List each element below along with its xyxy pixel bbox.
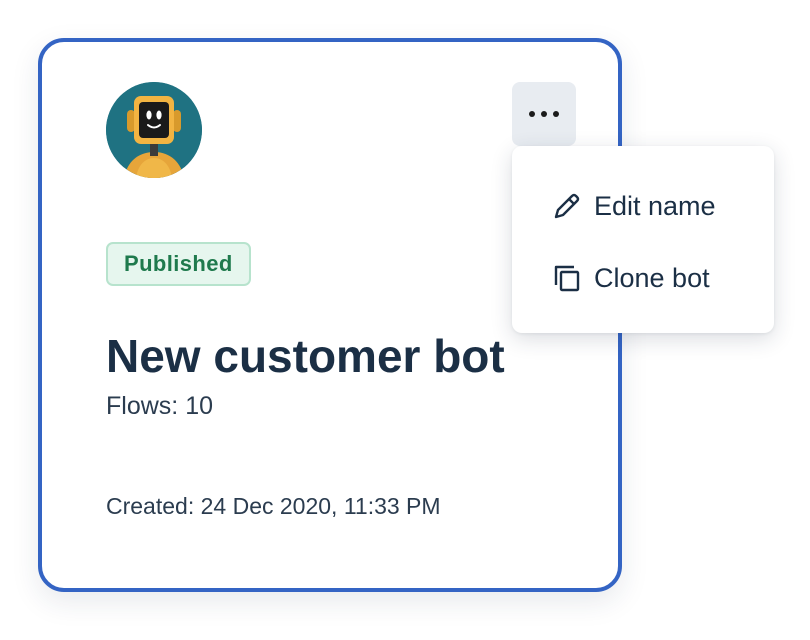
created-date: Created: 24 Dec 2020, 11:33 PM	[106, 490, 441, 522]
created-label: Created:	[106, 493, 195, 519]
menu-item-label: Clone bot	[594, 262, 710, 293]
menu-item-clone-bot[interactable]: Clone bot	[550, 256, 710, 300]
pencil-icon	[550, 189, 584, 223]
menu-item-label: Edit name	[594, 190, 716, 221]
bot-avatar	[106, 82, 202, 178]
status-badge: Published	[106, 242, 251, 286]
menu-item-edit-name[interactable]: Edit name	[550, 184, 716, 228]
copy-icon	[550, 261, 584, 295]
more-horizontal-icon	[529, 111, 559, 117]
more-options-button[interactable]	[512, 82, 576, 146]
flows-label: Flows:	[106, 392, 179, 420]
options-menu: Edit name Clone bot	[512, 146, 774, 333]
robot-avatar-image	[106, 82, 202, 178]
created-value: 24 Dec 2020, 11:33 PM	[200, 493, 441, 519]
flows-value: 10	[185, 392, 213, 420]
page: Published New customer bot Flows: 10 Cre…	[0, 0, 810, 640]
bot-title: New customer bot	[106, 330, 505, 382]
flows-count: Flows: 10	[106, 390, 213, 422]
